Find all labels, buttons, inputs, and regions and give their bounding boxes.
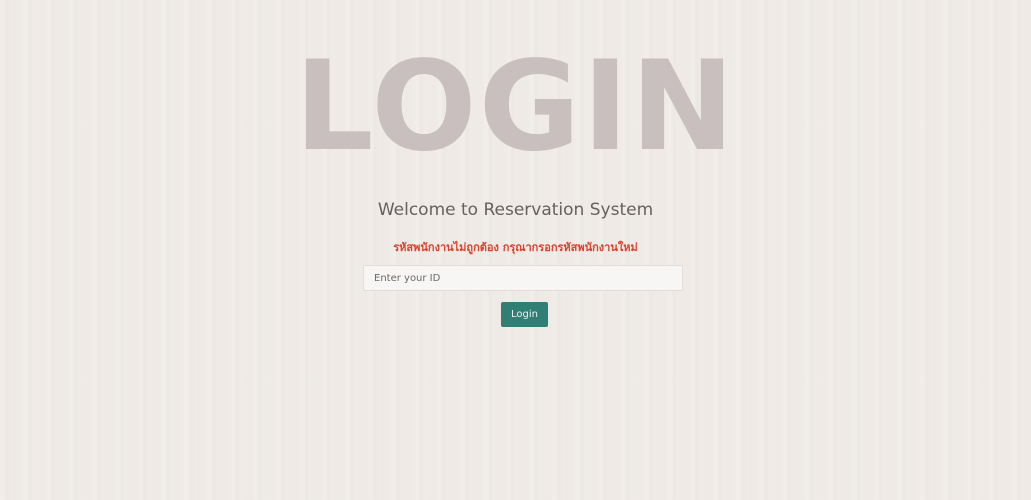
employee-id-input[interactable] — [363, 265, 683, 291]
login-hero-title: LOGIN — [294, 35, 737, 179]
login-page: LOGIN Welcome to Reservation System รหัส… — [0, 0, 1031, 500]
login-button[interactable]: Login — [501, 302, 548, 327]
welcome-message: Welcome to Reservation System — [377, 200, 654, 220]
error-message: รหัสพนักงานไม่ถูกต้อง กรุณากรอกรหัสพนักง… — [393, 241, 638, 254]
